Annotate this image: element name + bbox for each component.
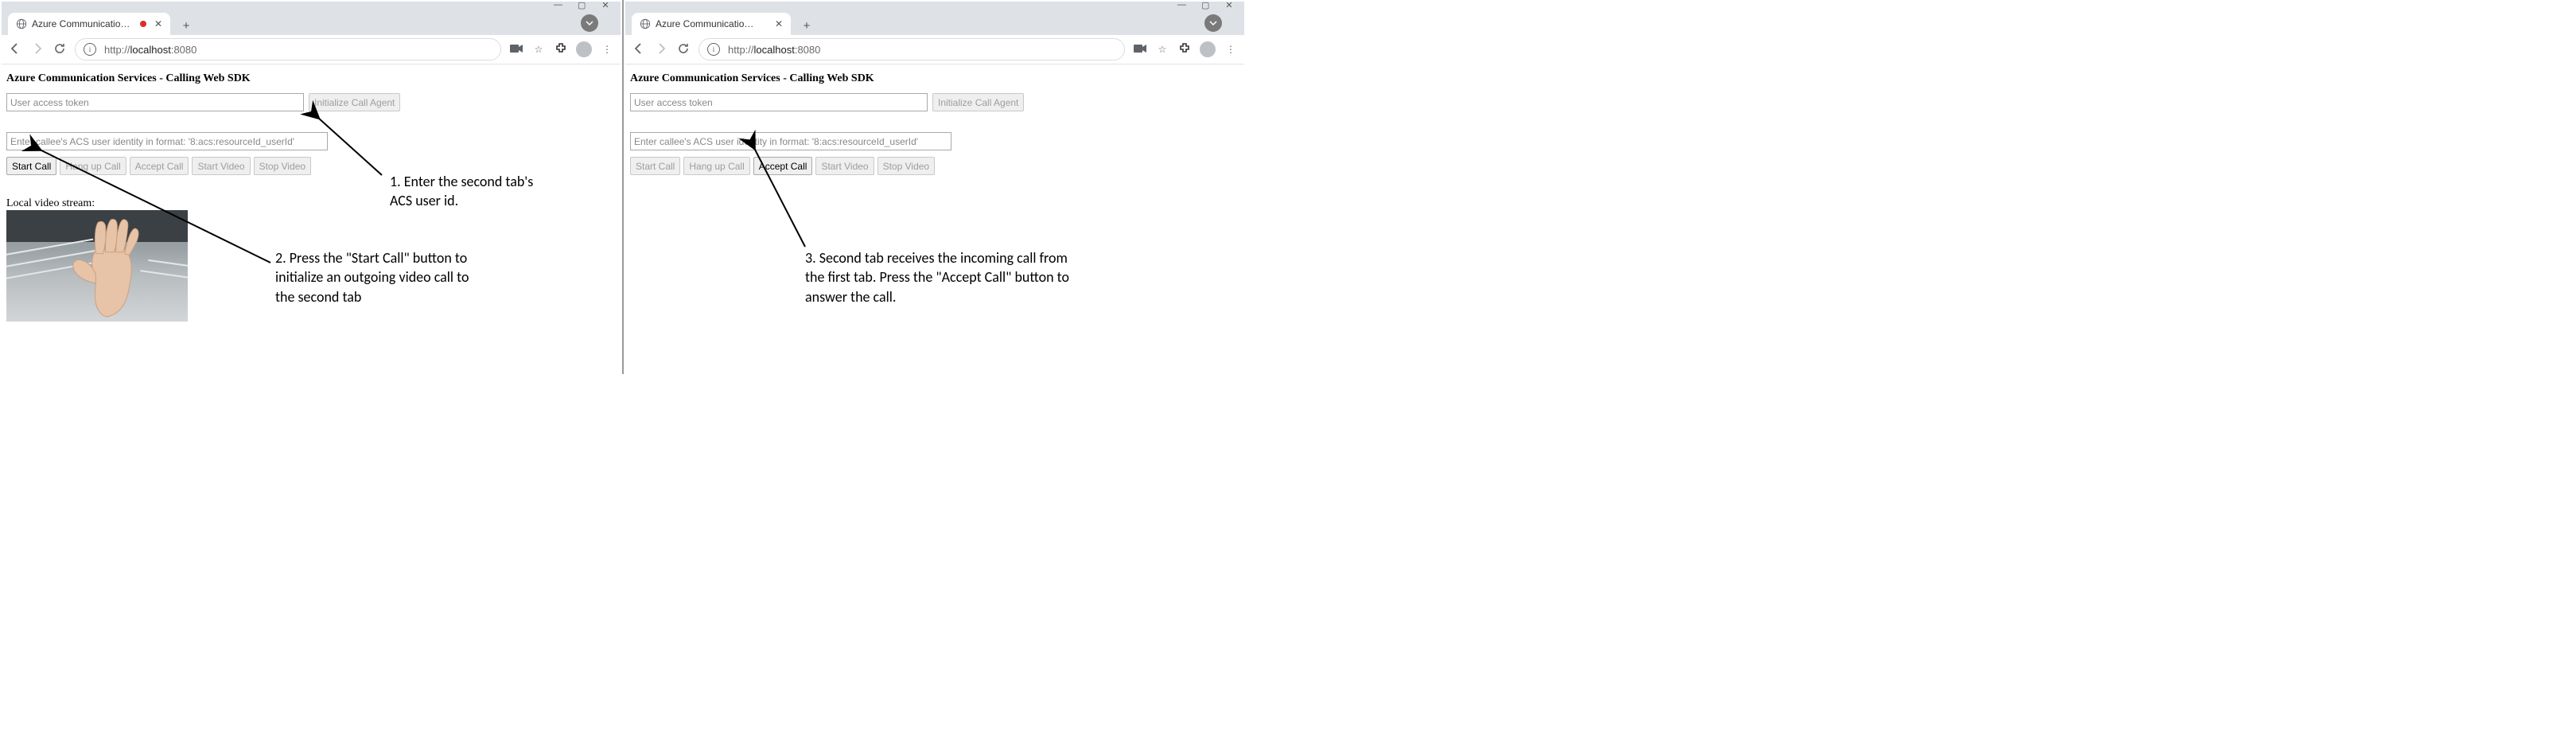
minimize-button[interactable]: — [1177, 0, 1185, 10]
back-button[interactable] [8, 42, 22, 57]
url-text: http://localhost:8080 [104, 44, 197, 56]
tab-strip: Azure Communication Servi… ✕ + [2, 10, 621, 35]
url-bar: i http://localhost:8080 ☆ ⋮ [2, 35, 621, 64]
browser-window-right: — ▢ ✕ Azure Communication Services ✕ + [625, 2, 1244, 191]
annotation-step-1: 1. Enter the second tab's ACS user id. [390, 172, 533, 211]
initialize-call-agent-button[interactable]: Initialize Call Agent [932, 93, 1024, 111]
back-button[interactable] [632, 42, 646, 57]
page-content: Azure Communication Services - Calling W… [625, 64, 1244, 191]
start-video-button[interactable]: Start Video [815, 157, 874, 175]
new-tab-button[interactable]: + [797, 16, 816, 35]
extensions-icon[interactable] [1177, 42, 1192, 57]
globe-icon [16, 18, 27, 29]
close-window-button[interactable]: ✕ [601, 0, 609, 10]
user-access-token-input[interactable] [6, 93, 304, 111]
profile-avatar[interactable] [1200, 41, 1216, 57]
tab-strip: Azure Communication Services ✕ + [625, 10, 1244, 35]
recording-indicator-icon [140, 21, 146, 27]
stop-video-button[interactable]: Stop Video [877, 157, 936, 175]
hang-up-call-button[interactable]: Hang up Call [683, 157, 749, 175]
reload-button[interactable] [676, 42, 691, 57]
start-call-button[interactable]: Start Call [630, 157, 680, 175]
close-window-button[interactable]: ✕ [1225, 0, 1233, 10]
camera-indicator-icon[interactable] [1133, 44, 1147, 56]
callee-identity-input[interactable] [6, 132, 328, 150]
page-title: Azure Communication Services - Calling W… [6, 72, 616, 85]
camera-indicator-icon[interactable] [509, 44, 523, 56]
site-info-icon[interactable]: i [84, 43, 96, 56]
forward-button[interactable] [30, 42, 45, 57]
site-info-icon[interactable]: i [707, 43, 720, 56]
maximize-button[interactable]: ▢ [1201, 0, 1209, 10]
address-bar[interactable]: i http://localhost:8080 [698, 38, 1125, 60]
stop-video-button[interactable]: Stop Video [254, 157, 312, 175]
tab-title: Azure Communication Servi… [32, 18, 135, 29]
tab-search-button[interactable] [581, 14, 598, 32]
maximize-button[interactable]: ▢ [578, 0, 586, 10]
new-tab-button[interactable]: + [177, 16, 196, 35]
titlebar: — ▢ ✕ [625, 2, 1244, 10]
extensions-icon[interactable] [554, 42, 568, 57]
annotation-step-3: 3. Second tab receives the incoming call… [805, 248, 1069, 306]
url-bar: i http://localhost:8080 ☆ ⋮ [625, 35, 1244, 64]
tab-title: Azure Communication Services [656, 18, 759, 29]
divider [622, 0, 624, 374]
hang-up-call-button[interactable]: Hang up Call [60, 157, 126, 175]
kebab-menu-icon[interactable]: ⋮ [600, 44, 614, 55]
local-video-preview [6, 210, 188, 322]
globe-icon [640, 18, 651, 29]
url-text: http://localhost:8080 [728, 44, 820, 56]
bookmark-star-icon[interactable]: ☆ [531, 44, 546, 55]
callee-identity-input[interactable] [630, 132, 951, 150]
accept-call-button[interactable]: Accept Call [753, 157, 813, 175]
browser-tab-active[interactable]: Azure Communication Services ✕ [632, 13, 791, 35]
tab-close-button[interactable]: ✕ [154, 18, 162, 29]
tab-close-button[interactable]: ✕ [775, 18, 783, 29]
profile-avatar[interactable] [576, 41, 592, 57]
reload-button[interactable] [53, 42, 67, 57]
address-bar[interactable]: i http://localhost:8080 [75, 38, 501, 60]
titlebar: — ▢ ✕ [2, 2, 621, 10]
hand-image [51, 217, 170, 322]
accept-call-button[interactable]: Accept Call [130, 157, 189, 175]
annotation-step-2: 2. Press the "Start Call" button to init… [275, 248, 469, 306]
start-video-button[interactable]: Start Video [192, 157, 250, 175]
bookmark-star-icon[interactable]: ☆ [1155, 44, 1169, 55]
browser-tab-active[interactable]: Azure Communication Servi… ✕ [8, 13, 170, 35]
initialize-call-agent-button[interactable]: Initialize Call Agent [309, 93, 400, 111]
page-title: Azure Communication Services - Calling W… [630, 72, 1239, 85]
user-access-token-input[interactable] [630, 93, 928, 111]
tab-search-button[interactable] [1204, 14, 1222, 32]
minimize-button[interactable]: — [554, 0, 562, 10]
start-call-button[interactable]: Start Call [6, 157, 56, 175]
forward-button[interactable] [654, 42, 668, 57]
kebab-menu-icon[interactable]: ⋮ [1224, 44, 1238, 55]
